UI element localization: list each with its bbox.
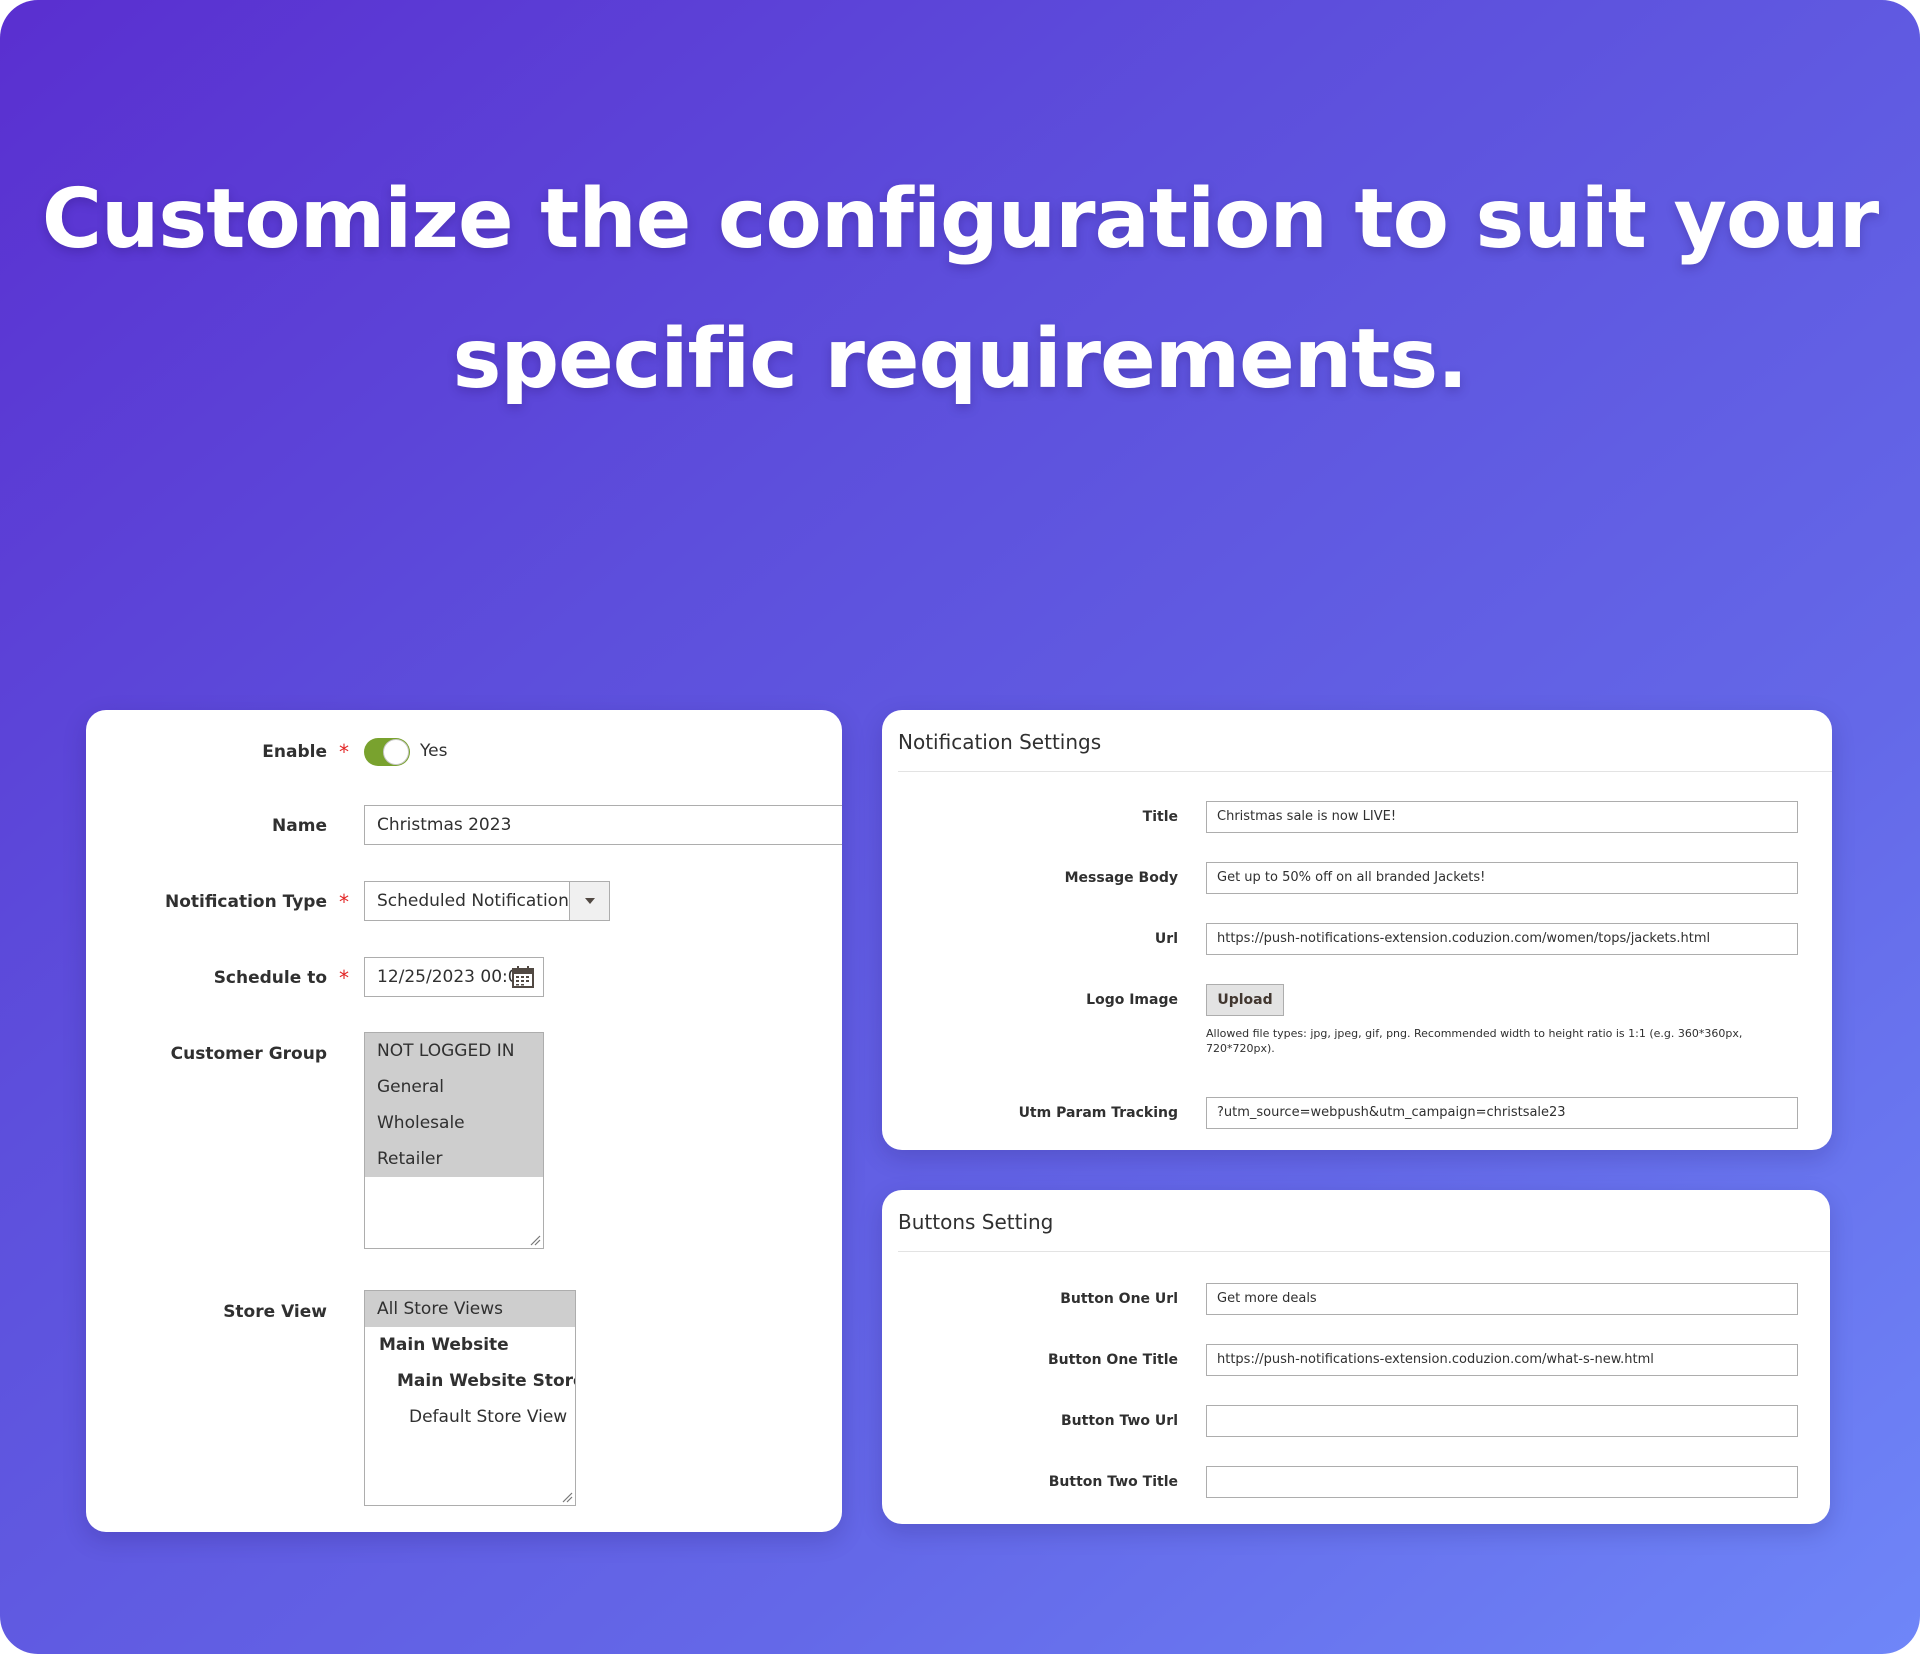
url-label: Url: [1154, 931, 1178, 947]
required-star: *: [339, 966, 349, 990]
notification-type-select[interactable]: Scheduled Notification: [364, 881, 610, 921]
toggle-knob: [383, 739, 409, 765]
calendar-icon[interactable]: [511, 965, 535, 989]
enable-toggle[interactable]: [364, 738, 410, 766]
enable-label: Enable: [262, 742, 327, 762]
store-view-option[interactable]: Main Website Store: [365, 1363, 575, 1399]
customer-group-option[interactable]: Wholesale: [365, 1105, 543, 1141]
general-settings-card: Enable * Yes Name Christmas 2023 Notific…: [86, 710, 842, 1532]
chevron-down-icon[interactable]: [569, 882, 609, 920]
customer-group-multiselect[interactable]: NOT LOGGED IN General Wholesale Retailer: [364, 1032, 544, 1249]
title-input[interactable]: Christmas sale is now LIVE!: [1206, 801, 1798, 833]
button-two-title-input[interactable]: [1206, 1466, 1798, 1498]
store-view-label: Store View: [223, 1302, 327, 1322]
headline: Customize the configuration to suit your…: [0, 150, 1920, 430]
button-two-url-row: Button Two Url: [882, 1405, 1830, 1437]
store-view-row: Store View All Store Views Main Website …: [86, 1290, 842, 1510]
url-input[interactable]: https://push-notifications-extension.cod…: [1206, 923, 1798, 955]
utm-row: Utm Param Tracking ?utm_source=webpush&u…: [882, 1097, 1832, 1129]
headline-line-2: specific requirements.: [452, 312, 1469, 407]
notification-settings-title: Notification Settings: [898, 730, 1102, 754]
section-divider: [898, 771, 1832, 772]
store-view-multiselect[interactable]: All Store Views Main Website Main Websit…: [364, 1290, 576, 1506]
name-row: Name Christmas 2023: [86, 804, 842, 854]
resize-handle-icon[interactable]: [529, 1234, 541, 1246]
button-two-title-row: Button Two Title: [882, 1466, 1830, 1498]
notification-type-value: Scheduled Notification: [377, 891, 569, 911]
notification-type-label: Notification Type: [164, 892, 327, 912]
customer-group-label: Customer Group: [170, 1044, 327, 1064]
store-view-option[interactable]: All Store Views: [365, 1291, 575, 1327]
button-one-url-input[interactable]: Get more deals: [1206, 1283, 1798, 1315]
logo-image-row: Logo Image Upload Allowed file types: jp…: [882, 984, 1832, 1064]
schedule-date-input[interactable]: 12/25/2023 00:00: [364, 957, 544, 997]
button-one-title-row: Button One Title https://push-notificati…: [882, 1344, 1830, 1376]
file-types-note: Allowed file types: jpg, jpeg, gif, png.…: [1206, 1027, 1743, 1055]
button-one-title-input[interactable]: https://push-notifications-extension.cod…: [1206, 1344, 1798, 1376]
customer-group-row: Customer Group NOT LOGGED IN General Who…: [86, 1032, 842, 1252]
store-view-option[interactable]: Main Website: [365, 1327, 575, 1363]
message-body-row: Message Body Get up to 50% off on all br…: [882, 862, 1832, 894]
headline-line-1: Customize the configuration to suit your: [41, 172, 1879, 267]
url-row: Url https://push-notifications-extension…: [882, 923, 1832, 955]
promo-background: Customize the configuration to suit your…: [0, 0, 1920, 1654]
customer-group-option[interactable]: General: [365, 1069, 543, 1105]
logo-image-label: Logo Image: [1086, 992, 1178, 1008]
message-body-input[interactable]: Get up to 50% off on all branded Jackets…: [1206, 862, 1798, 894]
required-star: *: [339, 890, 349, 914]
button-two-url-label: Button Two Url: [1061, 1413, 1178, 1429]
schedule-date-value: 12/25/2023 00:00: [377, 967, 530, 987]
name-label: Name: [272, 816, 327, 836]
required-star: *: [339, 740, 349, 764]
store-view-option[interactable]: Default Store View: [365, 1399, 575, 1435]
enable-row: Enable * Yes: [86, 710, 842, 790]
title-row: Title Christmas sale is now LIVE!: [882, 801, 1832, 833]
utm-label: Utm Param Tracking: [1018, 1105, 1178, 1121]
enable-value: Yes: [420, 741, 448, 761]
buttons-setting-card: Buttons Setting Button One Url Get more …: [882, 1190, 1830, 1524]
notification-settings-card: Notification Settings Title Christmas sa…: [882, 710, 1832, 1150]
utm-input[interactable]: ?utm_source=webpush&utm_campaign=christs…: [1206, 1097, 1798, 1129]
button-two-title-label: Button Two Title: [1048, 1474, 1178, 1490]
notification-type-row: Notification Type * Scheduled Notificati…: [86, 880, 842, 930]
button-one-url-row: Button One Url Get more deals: [882, 1283, 1830, 1315]
schedule-row: Schedule to * 12/25/2023 00:00: [86, 956, 842, 1006]
schedule-label: Schedule to: [213, 968, 327, 988]
customer-group-option[interactable]: NOT LOGGED IN: [365, 1033, 543, 1069]
buttons-setting-title: Buttons Setting: [898, 1210, 1054, 1234]
customer-group-option[interactable]: Retailer: [365, 1141, 543, 1177]
resize-handle-icon[interactable]: [561, 1491, 573, 1503]
section-divider: [898, 1251, 1830, 1252]
button-one-url-label: Button One Url: [1060, 1291, 1178, 1307]
button-two-url-input[interactable]: [1206, 1405, 1798, 1437]
upload-button[interactable]: Upload: [1206, 984, 1284, 1016]
message-body-label: Message Body: [1064, 870, 1178, 886]
title-label: Title: [1142, 809, 1178, 825]
name-input[interactable]: Christmas 2023: [364, 805, 842, 845]
button-one-title-label: Button One Title: [1047, 1352, 1178, 1368]
